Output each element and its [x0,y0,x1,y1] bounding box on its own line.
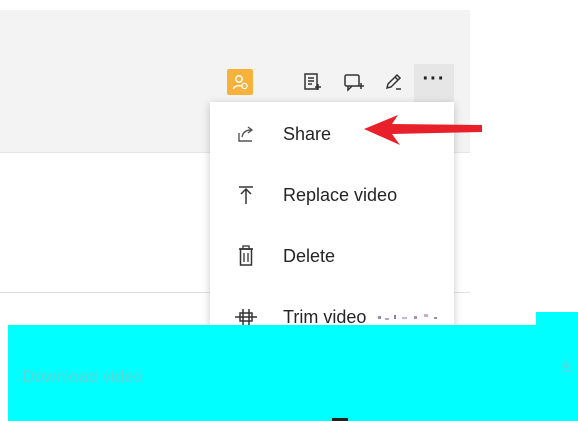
menu-item-label: Share [283,123,332,144]
download-video-label[interactable]: Download video [22,367,143,387]
edit-button[interactable] [379,68,407,96]
add-note-icon [304,73,321,90]
person-icon [232,75,248,90]
image-noise [378,314,437,320]
avatar-button[interactable] [227,69,253,95]
red-arrow-annotation [364,115,482,145]
download-icon[interactable] [560,358,572,372]
more-options-button[interactable]: ··· [414,64,454,102]
add-comment-icon [344,74,364,92]
pencil-icon [385,73,402,90]
upload-icon [234,183,258,207]
share-icon [234,122,258,146]
add-note-button[interactable] [298,68,326,96]
menu-item-delete[interactable]: Delete [210,226,454,286]
add-comment-button[interactable] [340,68,368,96]
more-icon: ··· [422,68,446,90]
menu-item-label: Delete [283,245,336,266]
trash-icon [234,244,258,268]
menu-item-label: Replace video [283,184,398,205]
overlay-corner [536,312,578,326]
menu-item-replace-video[interactable]: Replace video [210,165,454,225]
